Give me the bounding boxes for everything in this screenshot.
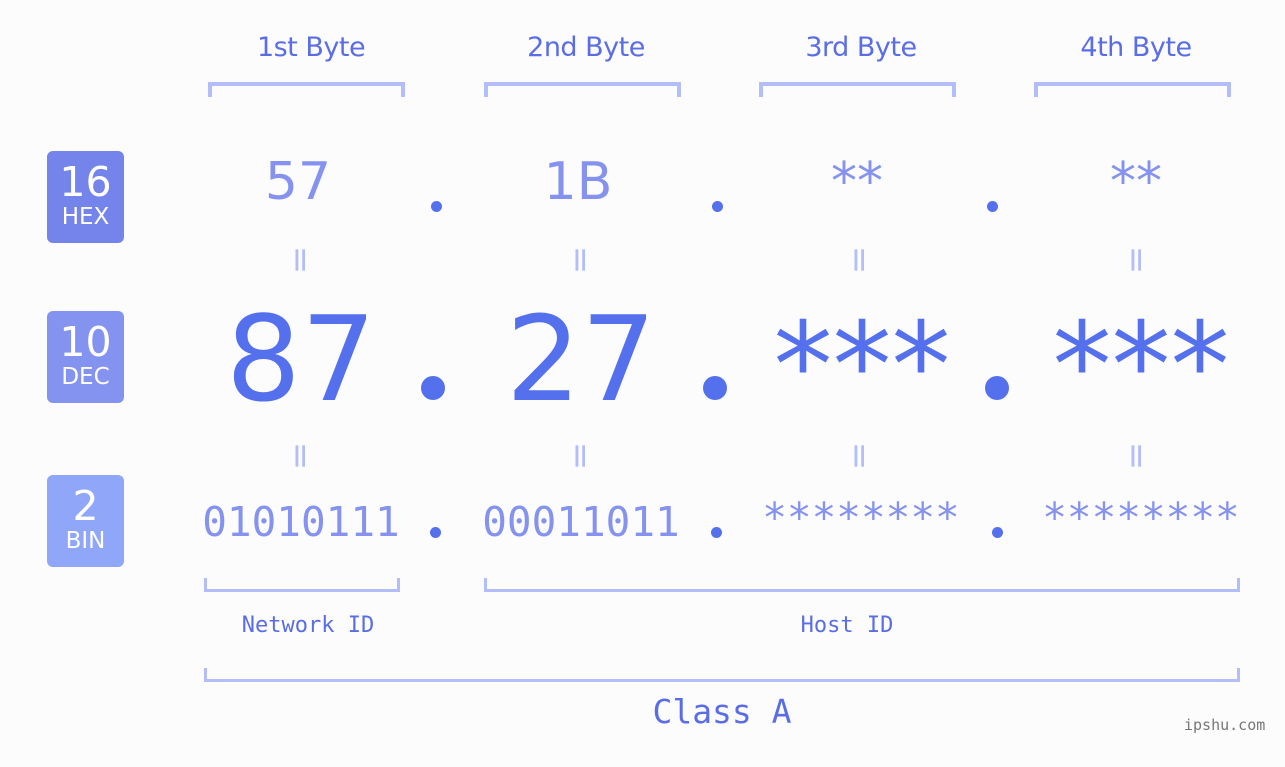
dec-badge: 10 DEC xyxy=(47,311,124,403)
bin-badge-number: 2 xyxy=(72,482,99,530)
bin-byte-4: ******** xyxy=(1042,494,1240,542)
dec-byte-2: 27 xyxy=(505,290,657,428)
dec-badge-number: 10 xyxy=(59,318,112,366)
host-id-bracket xyxy=(484,578,1240,592)
hex-byte-3: ** xyxy=(831,152,883,212)
equals-sign-dec-bin-2: = xyxy=(560,441,600,471)
byte-header-3: 3rd Byte xyxy=(805,32,917,63)
equals-sign-dec-bin-1: = xyxy=(280,441,320,471)
dec-dot-1 xyxy=(421,376,445,400)
bin-byte-3: ******** xyxy=(762,494,960,542)
equals-sign-hex-dec-4: = xyxy=(1116,245,1156,275)
equals-sign-dec-bin-4: = xyxy=(1116,441,1156,471)
hex-dot-1 xyxy=(431,201,442,212)
watermark: ipshu.com xyxy=(1184,716,1266,734)
dec-byte-1: 87 xyxy=(225,290,377,428)
dec-dot-3 xyxy=(985,376,1009,400)
hex-dot-3 xyxy=(987,201,998,212)
byte-header-4: 4th Byte xyxy=(1080,32,1192,63)
host-id-label: Host ID xyxy=(800,613,894,638)
network-id-bracket xyxy=(204,578,400,592)
equals-sign-hex-dec-1: = xyxy=(280,245,320,275)
hex-badge: 16 HEX xyxy=(47,151,124,243)
bin-dot-1 xyxy=(430,527,441,538)
hex-dot-2 xyxy=(712,201,723,212)
bin-badge-label: BIN xyxy=(65,528,106,554)
byte-bracket-3 xyxy=(759,82,956,97)
dec-byte-3: *** xyxy=(773,296,951,434)
network-id-label: Network ID xyxy=(241,613,375,638)
byte-header-1: 1st Byte xyxy=(256,32,366,63)
dec-byte-4: *** xyxy=(1052,296,1230,434)
hex-badge-label: HEX xyxy=(61,204,110,230)
byte-bracket-1 xyxy=(208,82,405,97)
hex-byte-2: 1B xyxy=(543,152,613,212)
equals-sign-dec-bin-3: = xyxy=(839,441,879,471)
class-label: Class A xyxy=(652,692,792,731)
dec-badge-label: DEC xyxy=(61,364,110,390)
equals-sign-hex-dec-2: = xyxy=(560,245,600,275)
dec-dot-2 xyxy=(703,376,727,400)
hex-byte-1: 57 xyxy=(264,152,332,212)
class-bracket xyxy=(204,668,1240,682)
bin-dot-3 xyxy=(992,527,1003,538)
hex-badge-number: 16 xyxy=(59,158,112,206)
byte-header-2: 2nd Byte xyxy=(527,32,645,63)
bin-dot-2 xyxy=(711,527,722,538)
bin-byte-1: 01010111 xyxy=(202,498,400,546)
bin-badge: 2 BIN xyxy=(47,475,124,567)
byte-bracket-4 xyxy=(1034,82,1231,97)
equals-sign-hex-dec-3: = xyxy=(839,245,879,275)
byte-bracket-2 xyxy=(484,82,681,97)
bin-byte-2: 00011011 xyxy=(482,498,680,546)
hex-byte-4: ** xyxy=(1110,152,1162,212)
